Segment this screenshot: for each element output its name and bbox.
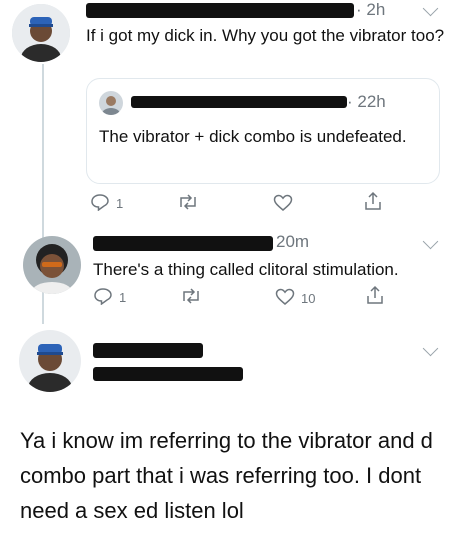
heart-icon (275, 288, 295, 309)
retweet-icon (180, 288, 202, 307)
quoted-text: The vibrator + dick combo is undefeated. (99, 127, 407, 146)
tweet-text: There's a thing called clitoral stimulat… (93, 260, 399, 279)
avatar[interactable] (23, 236, 81, 294)
share-icon (364, 191, 382, 214)
like-button[interactable]: 10 (275, 288, 315, 309)
reply-button[interactable]: 1 (90, 193, 123, 214)
like-button[interactable] (273, 194, 299, 215)
timestamp: · 2h (356, 0, 386, 19)
quoted-avatar (99, 91, 123, 115)
retweet-icon (177, 194, 199, 213)
share-button[interactable] (366, 285, 384, 308)
chevron-down-icon[interactable] (422, 0, 439, 17)
reply-button[interactable]: 1 (93, 287, 126, 308)
author-name-redacted (86, 3, 354, 18)
avatar[interactable] (12, 4, 70, 62)
like-count: 10 (301, 291, 316, 306)
tweet-text: Ya i know im referring to the vibrator a… (20, 428, 433, 523)
retweet-button[interactable] (180, 288, 202, 307)
chevron-down-icon[interactable] (422, 340, 439, 357)
share-icon (366, 285, 384, 308)
avatar[interactable] (19, 330, 81, 392)
retweet-button[interactable] (177, 194, 199, 213)
author-handle-redacted (93, 367, 243, 381)
author-name-redacted (93, 236, 273, 251)
chevron-down-icon[interactable] (422, 233, 439, 250)
reply-count: 1 (116, 196, 124, 211)
heart-icon (273, 194, 293, 215)
timestamp: 20m (276, 232, 310, 251)
quoted-tweet[interactable]: · 22h The vibrator + dick combo is undef… (86, 78, 440, 184)
author-name-redacted (93, 343, 203, 358)
quoted-timestamp: · 22h (347, 92, 386, 111)
share-button[interactable] (364, 191, 382, 214)
reply-count: 1 (119, 290, 127, 305)
quoted-author-redacted (131, 96, 347, 108)
tweet-text: If i got my dick in. Why you got the vib… (86, 26, 445, 45)
reply-icon (93, 287, 113, 308)
reply-icon (90, 193, 110, 214)
